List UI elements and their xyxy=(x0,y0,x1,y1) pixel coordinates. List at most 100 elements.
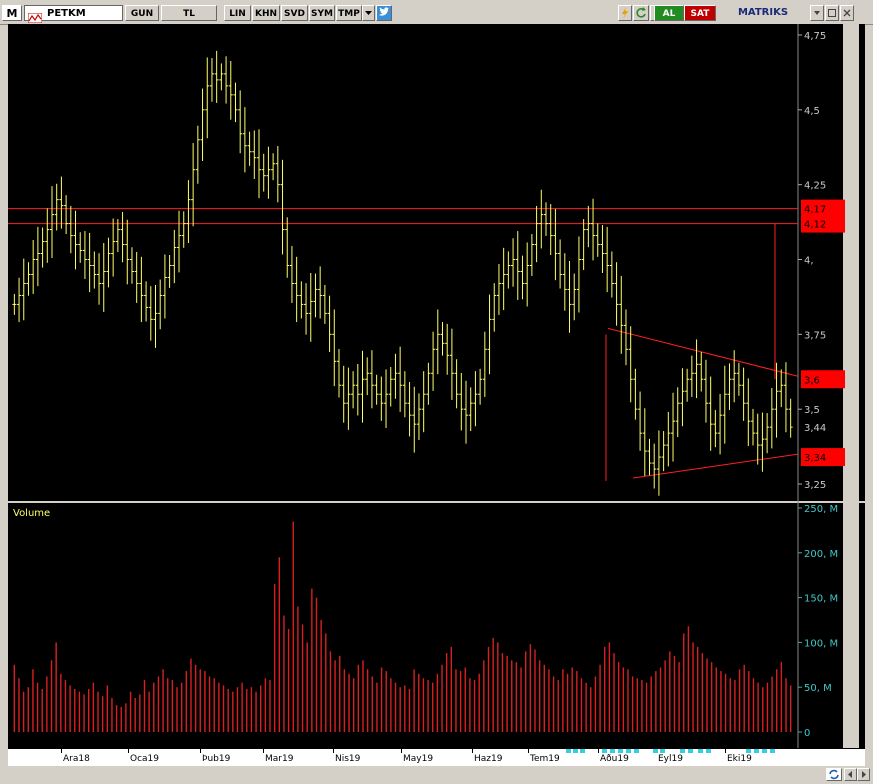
event-marker xyxy=(746,749,751,753)
price-bar xyxy=(623,309,628,366)
price-bar xyxy=(567,261,572,333)
price-tick-label: 3,25 xyxy=(804,480,826,491)
x-tick-label: May19 xyxy=(403,754,434,764)
brand-logo: MATRIKS xyxy=(737,7,789,18)
price-bar xyxy=(562,253,567,311)
x-tick-label: Nis19 xyxy=(335,754,361,764)
price-bar xyxy=(186,180,191,244)
sell-button[interactable]: SAT xyxy=(684,5,716,21)
lower-trendline xyxy=(632,453,799,479)
price-bar xyxy=(431,331,436,391)
buy-button[interactable]: AL xyxy=(654,5,684,21)
price-bar xyxy=(718,393,723,455)
price-bar xyxy=(727,363,732,411)
price-bar xyxy=(520,255,525,300)
price-bar xyxy=(482,331,487,397)
currency-button[interactable]: TL xyxy=(161,5,217,21)
x-axis: Ara18 Oca19 Þub19 Mar19 Nis19 May19 Haz19 Tem19… xyxy=(8,748,865,767)
price-bar xyxy=(595,223,600,257)
svd-button[interactable]: SVD xyxy=(281,5,308,21)
price-bar xyxy=(543,202,548,236)
price-bar xyxy=(101,243,106,312)
price-bar xyxy=(129,247,134,284)
price-bar xyxy=(515,231,520,300)
chart-area[interactable]: 4,17 4,12 3,6 3,34 3,44 Volume 4,75 4,5 4,25 4,… xyxy=(8,24,865,748)
price-bar xyxy=(355,363,360,416)
tmp-button[interactable]: TMP xyxy=(336,5,362,21)
twitter-icon[interactable] xyxy=(376,5,392,21)
price-bar xyxy=(21,258,26,321)
x-tick-label: Aðu19 xyxy=(600,754,629,764)
refresh-icon[interactable] xyxy=(633,5,649,21)
khn-button[interactable]: KHN xyxy=(252,5,280,21)
price-bar xyxy=(266,146,271,199)
price-panel: 4,17 4,12 3,6 3,34 3,44 xyxy=(8,50,845,496)
price-bar xyxy=(360,350,365,423)
price-bar xyxy=(73,210,78,270)
price-bar xyxy=(214,50,219,103)
price-tick-label: 3,75 xyxy=(804,330,826,341)
event-marker xyxy=(626,749,631,753)
volume-tick-label: 50, M xyxy=(804,683,832,694)
price-bar xyxy=(322,284,327,324)
price-bar xyxy=(271,153,276,181)
price-level-label: 3,6 xyxy=(804,375,820,386)
chart-icon xyxy=(27,8,43,24)
price-bar xyxy=(699,352,704,392)
price-bar xyxy=(788,398,793,438)
price-bar xyxy=(534,205,539,263)
close-icon[interactable] xyxy=(840,5,854,21)
price-bar xyxy=(558,239,563,289)
volume-title: Volume xyxy=(13,508,50,519)
price-bar xyxy=(78,232,83,263)
price-bar xyxy=(652,443,657,489)
sym-button[interactable]: SYM xyxy=(309,5,335,21)
last-price-label: 3,44 xyxy=(804,423,826,434)
period-button[interactable]: GUN xyxy=(125,5,159,21)
price-bar xyxy=(689,355,694,397)
price-bar xyxy=(435,309,440,375)
sync-icon[interactable] xyxy=(826,768,842,781)
price-bar xyxy=(82,231,87,279)
price-bar xyxy=(525,242,530,307)
price-bar xyxy=(779,369,784,408)
price-bar xyxy=(153,284,158,348)
symbol-box[interactable]: PETKM xyxy=(24,5,123,24)
price-bar xyxy=(40,227,45,268)
upper-trendline xyxy=(607,327,799,377)
price-bar xyxy=(285,217,290,278)
price-bar xyxy=(294,256,299,323)
chevron-down-icon[interactable] xyxy=(362,5,375,21)
price-bar xyxy=(492,283,497,332)
x-tick-label: Eyl19 xyxy=(658,754,683,764)
event-marker xyxy=(754,749,759,753)
price-bar xyxy=(351,371,356,409)
price-bar xyxy=(402,371,407,418)
lightning-icon[interactable] xyxy=(618,5,632,21)
price-bar xyxy=(732,350,737,403)
arrow-left-icon[interactable] xyxy=(844,768,857,781)
menu-logo-button[interactable]: M xyxy=(2,5,22,21)
scale-button[interactable]: LIN xyxy=(224,5,251,21)
price-bar xyxy=(327,295,332,353)
price-bar xyxy=(445,323,450,375)
price-bar xyxy=(416,393,421,441)
price-bar xyxy=(628,326,633,403)
x-tick-label: Tem19 xyxy=(530,754,560,764)
arrow-right-icon[interactable] xyxy=(857,768,870,781)
price-bar xyxy=(200,88,205,162)
price-bar xyxy=(162,254,167,319)
price-bar xyxy=(144,281,149,322)
price-bar xyxy=(529,234,534,276)
price-bar xyxy=(473,371,478,427)
maximize-icon[interactable] xyxy=(825,5,839,21)
price-bar xyxy=(760,412,765,472)
volume-tick-label: 250, M xyxy=(804,504,838,515)
minimize-icon[interactable] xyxy=(810,5,824,21)
price-bar xyxy=(736,362,741,396)
price-bar xyxy=(572,273,577,321)
price-bar xyxy=(609,251,614,298)
event-marker xyxy=(770,749,775,753)
chart-canvas[interactable]: 4,174,123,63,343,44 Volume 4,754,54,254,… xyxy=(8,24,865,748)
price-tick-label: 3,5 xyxy=(804,405,820,416)
